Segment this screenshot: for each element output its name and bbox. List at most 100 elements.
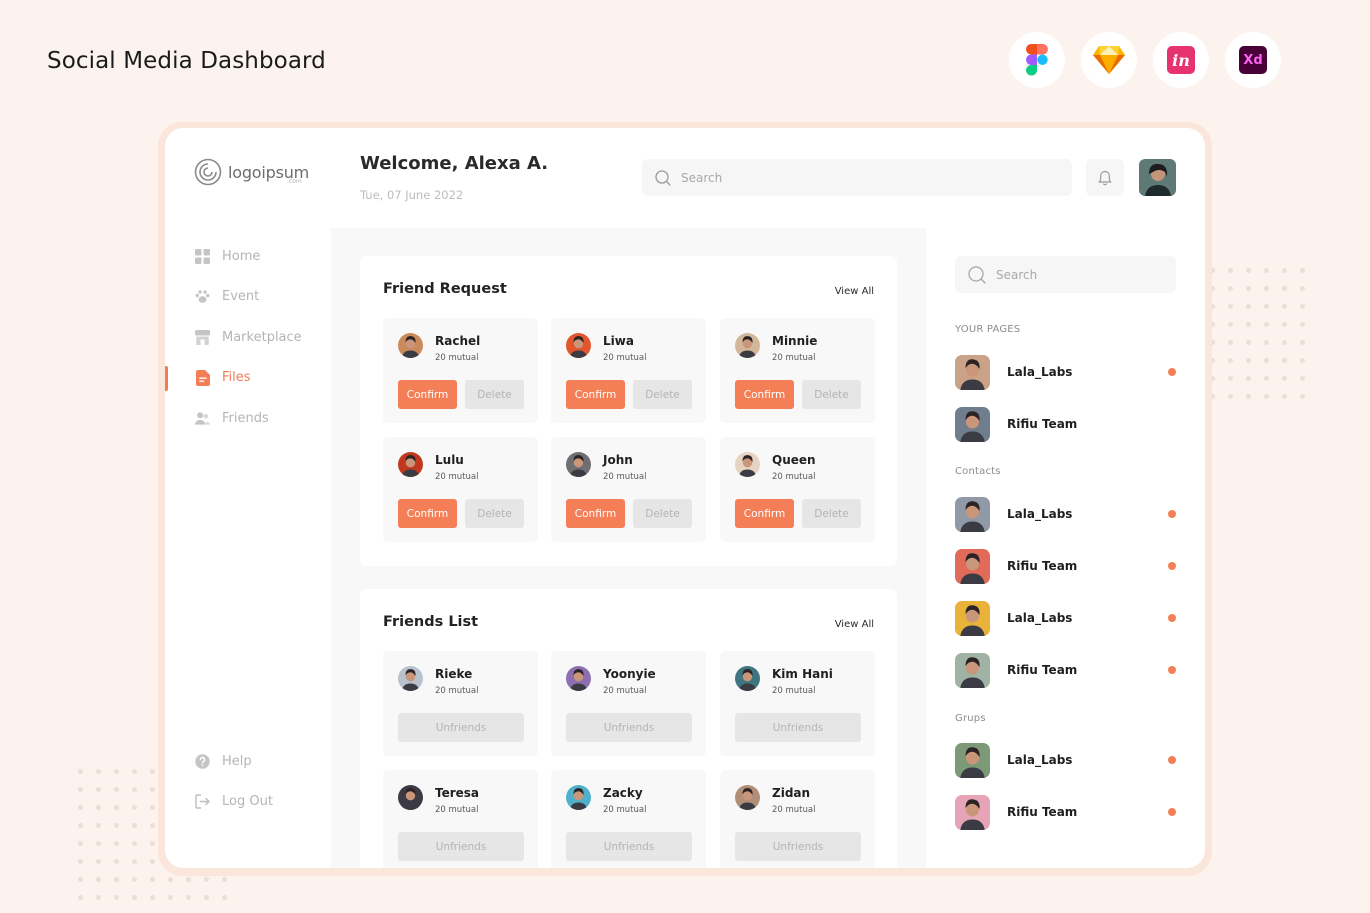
sidebar-item-help[interactable]: Help: [165, 741, 331, 782]
confirm-button[interactable]: Confirm: [398, 380, 457, 409]
confirm-button[interactable]: Confirm: [735, 499, 794, 528]
contact-item[interactable]: Rifiu Team: [955, 548, 1176, 584]
friend-name[interactable]: Zacky: [603, 786, 643, 800]
contact-name[interactable]: Lala_Labs: [1007, 753, 1168, 767]
unfriend-button[interactable]: Unfriends: [735, 713, 861, 742]
avatar[interactable]: [566, 333, 591, 358]
friend-name[interactable]: Teresa: [435, 786, 479, 800]
avatar[interactable]: [566, 785, 591, 810]
avatar[interactable]: [955, 600, 990, 636]
user-avatar[interactable]: [1139, 159, 1176, 196]
avatar[interactable]: [955, 354, 990, 390]
sidebar-item-marketplace[interactable]: Marketplace: [165, 317, 331, 358]
avatar[interactable]: [566, 666, 591, 691]
contact-name[interactable]: Rifiu Team: [1007, 559, 1168, 573]
top-search[interactable]: [642, 159, 1072, 196]
avatar[interactable]: [398, 452, 423, 477]
avatar[interactable]: [735, 785, 760, 810]
friend-name[interactable]: Rieke: [435, 667, 472, 681]
avatar[interactable]: [955, 406, 990, 442]
delete-button[interactable]: Delete: [465, 499, 524, 528]
contact-name[interactable]: Lala_Labs: [1007, 365, 1168, 379]
avatar[interactable]: [955, 652, 990, 688]
contact-name[interactable]: Rifiu Team: [1007, 417, 1176, 431]
sidebar-item-logout[interactable]: Log Out: [165, 782, 331, 823]
sidebar-item-files[interactable]: Files: [165, 358, 331, 399]
friend-item: Teresa 20 mutual Unfriends: [383, 770, 538, 868]
confirm-button[interactable]: Confirm: [735, 380, 794, 409]
sidebar-search-input[interactable]: [996, 267, 1163, 282]
delete-button[interactable]: Delete: [465, 380, 524, 409]
page-item[interactable]: Rifiu Team: [955, 406, 1176, 442]
group-item[interactable]: Rifiu Team: [955, 794, 1176, 830]
search-input[interactable]: [681, 170, 1015, 185]
friends-list-card: Friends List View All Rieke 20 mutual Unfr…: [360, 589, 897, 868]
contact-name[interactable]: Lala_Labs: [1007, 507, 1168, 521]
friend-name[interactable]: Kim Hani: [772, 667, 833, 681]
delete-button[interactable]: Delete: [802, 499, 861, 528]
unfriend-button[interactable]: Unfriends: [566, 832, 692, 861]
avatar[interactable]: [398, 666, 423, 691]
contact-name[interactable]: Rifiu Team: [1007, 663, 1168, 677]
notification-button[interactable]: [1086, 159, 1124, 196]
avatar[interactable]: [398, 333, 423, 358]
delete-button[interactable]: Delete: [802, 380, 861, 409]
friend-name[interactable]: Lulu: [435, 453, 464, 467]
unfriend-button[interactable]: Unfriends: [398, 832, 524, 861]
sidebar-item-friends[interactable]: Friends: [165, 398, 331, 439]
page-title: Social Media Dashboard: [47, 48, 326, 74]
group-item[interactable]: Lala_Labs: [955, 742, 1176, 778]
sidebar-item-event[interactable]: Event: [165, 277, 331, 318]
contact-name[interactable]: Rifiu Team: [1007, 805, 1168, 819]
confirm-button[interactable]: Confirm: [566, 380, 625, 409]
delete-button[interactable]: Delete: [633, 499, 692, 528]
avatar[interactable]: [955, 742, 990, 778]
decor-dot: [78, 769, 83, 774]
friend-name[interactable]: Queen: [772, 453, 816, 467]
unfriend-button[interactable]: Unfriends: [735, 832, 861, 861]
decor-dot: [1228, 340, 1233, 345]
contact-name[interactable]: Lala_Labs: [1007, 611, 1168, 625]
page-item[interactable]: Lala_Labs: [955, 354, 1176, 390]
avatar[interactable]: [566, 452, 591, 477]
decor-dot: [150, 823, 155, 828]
unfriend-button[interactable]: Unfriends: [398, 713, 524, 742]
confirm-button[interactable]: Confirm: [566, 499, 625, 528]
friend-name[interactable]: Yoonyie: [603, 667, 656, 681]
delete-button[interactable]: Delete: [633, 380, 692, 409]
decor-dot: [132, 823, 137, 828]
contact-item[interactable]: Lala_Labs: [955, 600, 1176, 636]
help-icon: [195, 754, 210, 769]
decor-dot: [96, 895, 101, 900]
contacts-label: Contacts: [955, 466, 1001, 477]
avatar[interactable]: [955, 548, 990, 584]
friend-name[interactable]: John: [603, 453, 633, 467]
friend-request-view-all[interactable]: View All: [835, 286, 874, 297]
avatar[interactable]: [955, 496, 990, 532]
avatar[interactable]: [735, 333, 760, 358]
decor-dot: [1264, 304, 1269, 309]
contact-item[interactable]: Rifiu Team: [955, 652, 1176, 688]
friend-name[interactable]: Minnie: [772, 334, 817, 348]
avatar[interactable]: [398, 785, 423, 810]
sidebar-item-home[interactable]: Home: [165, 236, 331, 277]
mutual-count: 20 mutual: [603, 686, 647, 696]
mutual-count: 20 mutual: [435, 472, 479, 482]
logo[interactable]: logoipsum .com: [194, 158, 309, 186]
decor-dot: [1228, 268, 1233, 273]
contact-item[interactable]: Lala_Labs: [955, 496, 1176, 532]
friend-name[interactable]: Rachel: [435, 334, 480, 348]
avatar[interactable]: [735, 666, 760, 691]
confirm-button[interactable]: Confirm: [398, 499, 457, 528]
avatar[interactable]: [955, 794, 990, 830]
friend-name[interactable]: Zidan: [772, 786, 810, 800]
mutual-count: 20 mutual: [772, 686, 816, 696]
decor-dot: [1300, 394, 1305, 399]
unfriend-button[interactable]: Unfriends: [566, 713, 692, 742]
avatar[interactable]: [735, 452, 760, 477]
sidebar-search[interactable]: [955, 256, 1176, 293]
logo-icon: [194, 158, 222, 186]
friends-list-view-all[interactable]: View All: [835, 619, 874, 630]
friend-name[interactable]: Liwa: [603, 334, 634, 348]
sidebar-item-label: Event: [222, 289, 260, 305]
